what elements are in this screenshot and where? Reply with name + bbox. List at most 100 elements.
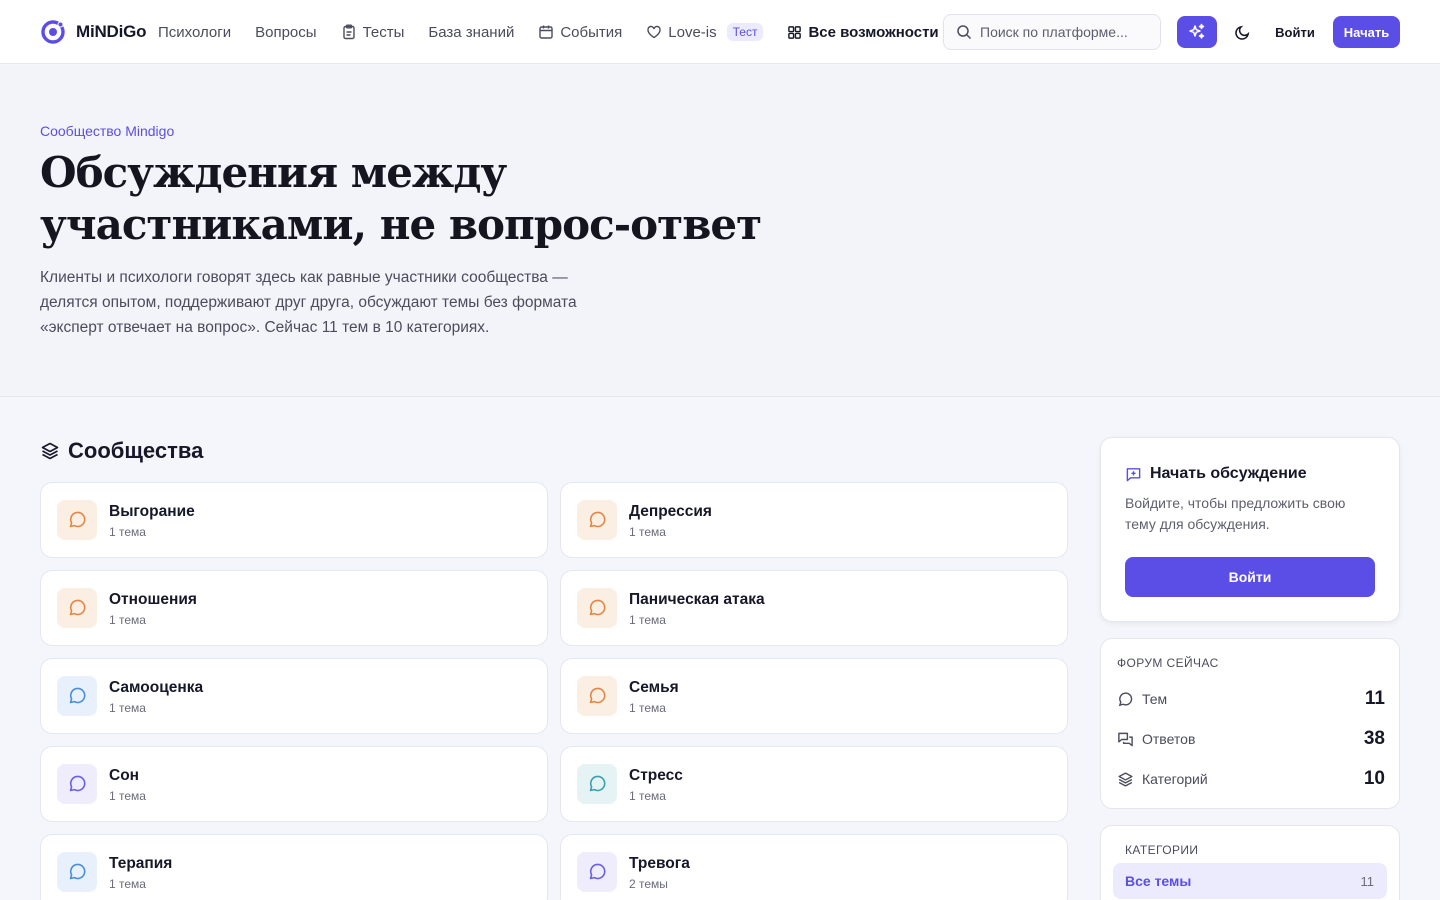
community-topic-count: 1 тема — [109, 788, 146, 803]
message-circle-icon — [589, 775, 606, 792]
community-card[interactable]: Самооценка 1 тема — [40, 658, 548, 734]
sparkles-icon — [1189, 23, 1205, 39]
panel-login-button[interactable]: Войти — [1125, 557, 1375, 597]
search-box[interactable] — [943, 14, 1161, 50]
community-icon-box — [577, 676, 617, 716]
community-name: Паническая атака — [629, 590, 765, 608]
community-text: Семья 1 тема — [629, 678, 679, 715]
start-discussion-heading: Начать обсуждение — [1125, 465, 1307, 483]
community-topic-count: 1 тема — [629, 700, 666, 715]
community-text: Самооценка 1 тема — [109, 678, 203, 715]
community-card[interactable]: Тревога 2 темы — [560, 834, 1068, 900]
stat-label: Тем — [1142, 691, 1168, 707]
brand-logo[interactable]: MiNDiGo — [40, 19, 147, 45]
message-circle-icon — [1118, 691, 1133, 706]
search-input[interactable] — [980, 24, 1150, 40]
community-topic-count: 1 тема — [629, 524, 666, 539]
community-icon-box — [57, 764, 97, 804]
community-topic-count: 1 тема — [629, 612, 666, 627]
message-circle-icon — [69, 687, 86, 704]
community-text: Депрессия 1 тема — [629, 502, 712, 539]
community-icon-box — [57, 588, 97, 628]
category-count: 11 — [1360, 873, 1375, 889]
community-card[interactable]: Стресс 1 тема — [560, 746, 1068, 822]
community-name: Самооценка — [109, 678, 204, 696]
community-card[interactable]: Семья 1 тема — [560, 658, 1068, 734]
community-text: Терапия 1 тема — [109, 854, 172, 891]
community-card[interactable]: Отношения 1 тема — [40, 570, 548, 646]
community-icon-box — [577, 764, 617, 804]
nav-events[interactable]: События — [538, 24, 622, 41]
community-icon-box — [577, 588, 617, 628]
community-text: Отношения 1 тема — [109, 590, 197, 627]
moon-icon — [1234, 25, 1249, 40]
message-circle-icon — [589, 863, 606, 880]
nav-questions[interactable]: Вопросы — [255, 24, 316, 41]
community-topic-count: 1 тема — [629, 788, 666, 803]
community-card[interactable]: Сон 1 тема — [40, 746, 548, 822]
nav-label: События — [560, 23, 623, 41]
theme-toggle-button[interactable] — [1226, 16, 1258, 48]
stat-value: 10 — [1363, 768, 1385, 789]
nav-label: Тесты — [362, 23, 405, 41]
nav-label: База знаний — [428, 23, 515, 41]
nav-all-features[interactable]: Все возможности — [787, 24, 956, 41]
start-discussion-text: Войдите, чтобы предложить свою тему для … — [1125, 495, 1346, 532]
main-nav: Психологи Вопросы Тесты База знаний Собы… — [158, 0, 981, 64]
message-circle-icon — [69, 511, 86, 528]
stat-value: 38 — [1363, 728, 1385, 749]
community-topic-count: 2 темы — [629, 876, 668, 891]
community-topic-count: 1 тема — [109, 700, 146, 715]
hero-description: Клиенты и психологи говорят здесь как ра… — [40, 269, 577, 336]
nav-label: Love-is — [668, 23, 717, 41]
stat-label: Категорий — [1142, 771, 1208, 787]
message-circle-icon — [69, 775, 86, 792]
start-discussion-panel: Начать обсуждение Войдите, чтобы предлож… — [1100, 437, 1400, 622]
communities-heading: Сообщества — [40, 438, 203, 464]
login-button[interactable]: Войти — [1270, 16, 1320, 48]
communities-grid: Выгорание 1 тема Депрессия 1 тема Отношения 1… — [40, 482, 1068, 900]
categories-title: КАТЕГОРИИ — [1125, 843, 1199, 857]
category-all-topics[interactable]: Все темы 11 — [1113, 863, 1387, 899]
messages-icon — [1118, 732, 1133, 746]
ai-assistant-button[interactable] — [1177, 16, 1217, 48]
calendar-icon — [539, 25, 554, 39]
stat-categories: Категорий 10 — [1117, 767, 1385, 791]
community-card[interactable]: Выгорание 1 тема — [40, 482, 548, 558]
nav-tests[interactable]: Тесты — [341, 23, 405, 41]
nav-label: Все возможности — [808, 23, 939, 41]
message-circle-icon — [69, 599, 86, 616]
community-name: Выгорание — [109, 502, 195, 520]
nav-psychologists[interactable]: Психологи — [158, 24, 231, 41]
grid-icon — [788, 25, 802, 39]
community-topic-count: 1 тема — [109, 524, 146, 539]
nav-love-is[interactable]: Love-is Тест — [646, 23, 764, 41]
community-card[interactable]: Паническая атака 1 тема — [560, 570, 1068, 646]
logo-icon — [41, 20, 65, 44]
community-icon-box — [57, 676, 97, 716]
community-card[interactable]: Терапия 1 тема — [40, 834, 548, 900]
stat-value: 11 — [1364, 688, 1385, 709]
community-card[interactable]: Депрессия 1 тема — [560, 482, 1068, 558]
category-name: Все темы — [1125, 873, 1192, 889]
community-text: Сон 1 тема — [109, 766, 146, 803]
community-name: Семья — [629, 678, 679, 696]
community-icon-box — [577, 852, 617, 892]
nav-label: Вопросы — [255, 23, 317, 41]
nav-knowledge-base[interactable]: База знаний — [428, 24, 514, 41]
hero-section: Сообщество Mindigo Обсуждения между учас… — [0, 65, 1440, 397]
message-circle-icon — [589, 511, 606, 528]
message-circle-icon — [589, 687, 606, 704]
start-button[interactable]: Начать — [1333, 16, 1400, 48]
message-plus-icon — [1126, 467, 1141, 481]
community-name: Терапия — [109, 854, 173, 872]
community-text: Выгорание 1 тема — [109, 502, 195, 539]
layers-icon — [1118, 771, 1133, 787]
community-icon-box — [57, 500, 97, 540]
community-text: Стресс 1 тема — [629, 766, 683, 803]
panel-title: Начать обсуждение — [1150, 465, 1307, 482]
community-icon-box — [57, 852, 97, 892]
layers-icon — [41, 442, 59, 460]
categories-panel: КАТЕГОРИИ Все темы 11 — [1100, 825, 1400, 900]
page-title: Обсуждения между участниками, не вопрос-… — [40, 148, 762, 249]
